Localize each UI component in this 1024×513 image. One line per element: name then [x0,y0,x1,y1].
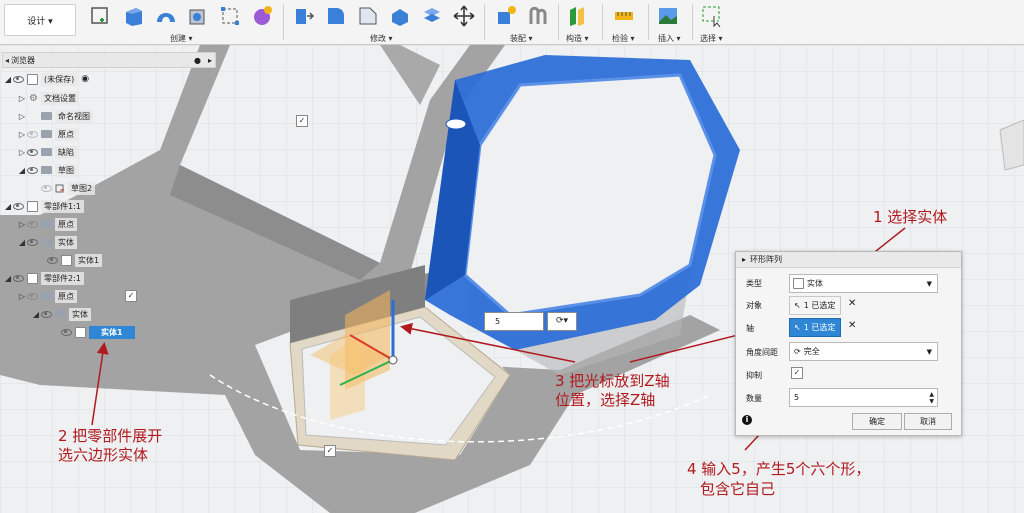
annotation-2-line2: 选六边形实体 [58,446,149,464]
type-select[interactable]: 实体 ▼ [789,274,938,293]
cancel-button[interactable]: 取消 [904,413,952,430]
objects-label: 对象 [746,301,762,310]
annotation-4-line2: 包含它自己 [700,480,776,498]
body-icon [793,278,804,289]
dialog-header[interactable]: ▸ 环形阵列 [736,252,961,268]
angle-select[interactable]: ⟳ 完全 ▼ [789,342,938,361]
circular-pattern-dialog: ▸ 环形阵列 类型 实体 ▼ 对象 ↖ 1 已选定 ✕ 轴 ↖ 1 已选定 ✕ … [735,251,962,436]
cursor-icon: ↖ [794,323,801,332]
chevron-down-icon: ▼ [926,347,932,356]
annotation-1: 1 选择实体 [873,208,948,226]
annotation-3-line1: 3 把光标放到Z轴 [555,372,670,390]
info-icon[interactable]: i [742,415,752,425]
clear-objects-icon[interactable]: ✕ [848,298,856,309]
suppress-checkbox[interactable]: ✓ [791,367,803,379]
angle-label: 角度间距 [746,348,778,357]
clear-axis-icon[interactable]: ✕ [848,320,856,331]
type-value: 实体 [807,279,823,288]
count-value: 5 [794,393,800,402]
cursor-icon: ↖ [794,301,801,310]
annotation-2-line1: 2 把零部件展开 [58,427,163,445]
axis-selector[interactable]: ↖ 1 已选定 [789,318,841,337]
annotation-3-line2: 位置，选择Z轴 [555,391,656,409]
ok-button[interactable]: 确定 [852,413,902,430]
dialog-title: 环形阵列 [750,255,783,264]
count-label: 数量 [746,394,762,403]
count-input[interactable]: 5 ▲ ▼ [789,388,938,407]
rotate-icon: ⟳ [794,347,801,356]
objects-selector[interactable]: ↖ 1 已选定 [789,296,841,315]
type-label: 类型 [746,279,762,288]
objects-value: 1 已选定 [803,301,836,310]
suppress-label: 抑制 [746,371,762,380]
stepper-icon[interactable]: ▲ ▼ [929,391,934,405]
collapse-icon[interactable]: ▸ [742,255,746,264]
annotation-4-line1: 4 输入5，产生5个六个形， [687,460,871,478]
axis-value: 1 已选定 [803,323,836,332]
angle-value: 完全 [803,347,820,356]
chevron-down-icon: ▼ [926,279,932,288]
axis-label: 轴 [746,324,754,333]
